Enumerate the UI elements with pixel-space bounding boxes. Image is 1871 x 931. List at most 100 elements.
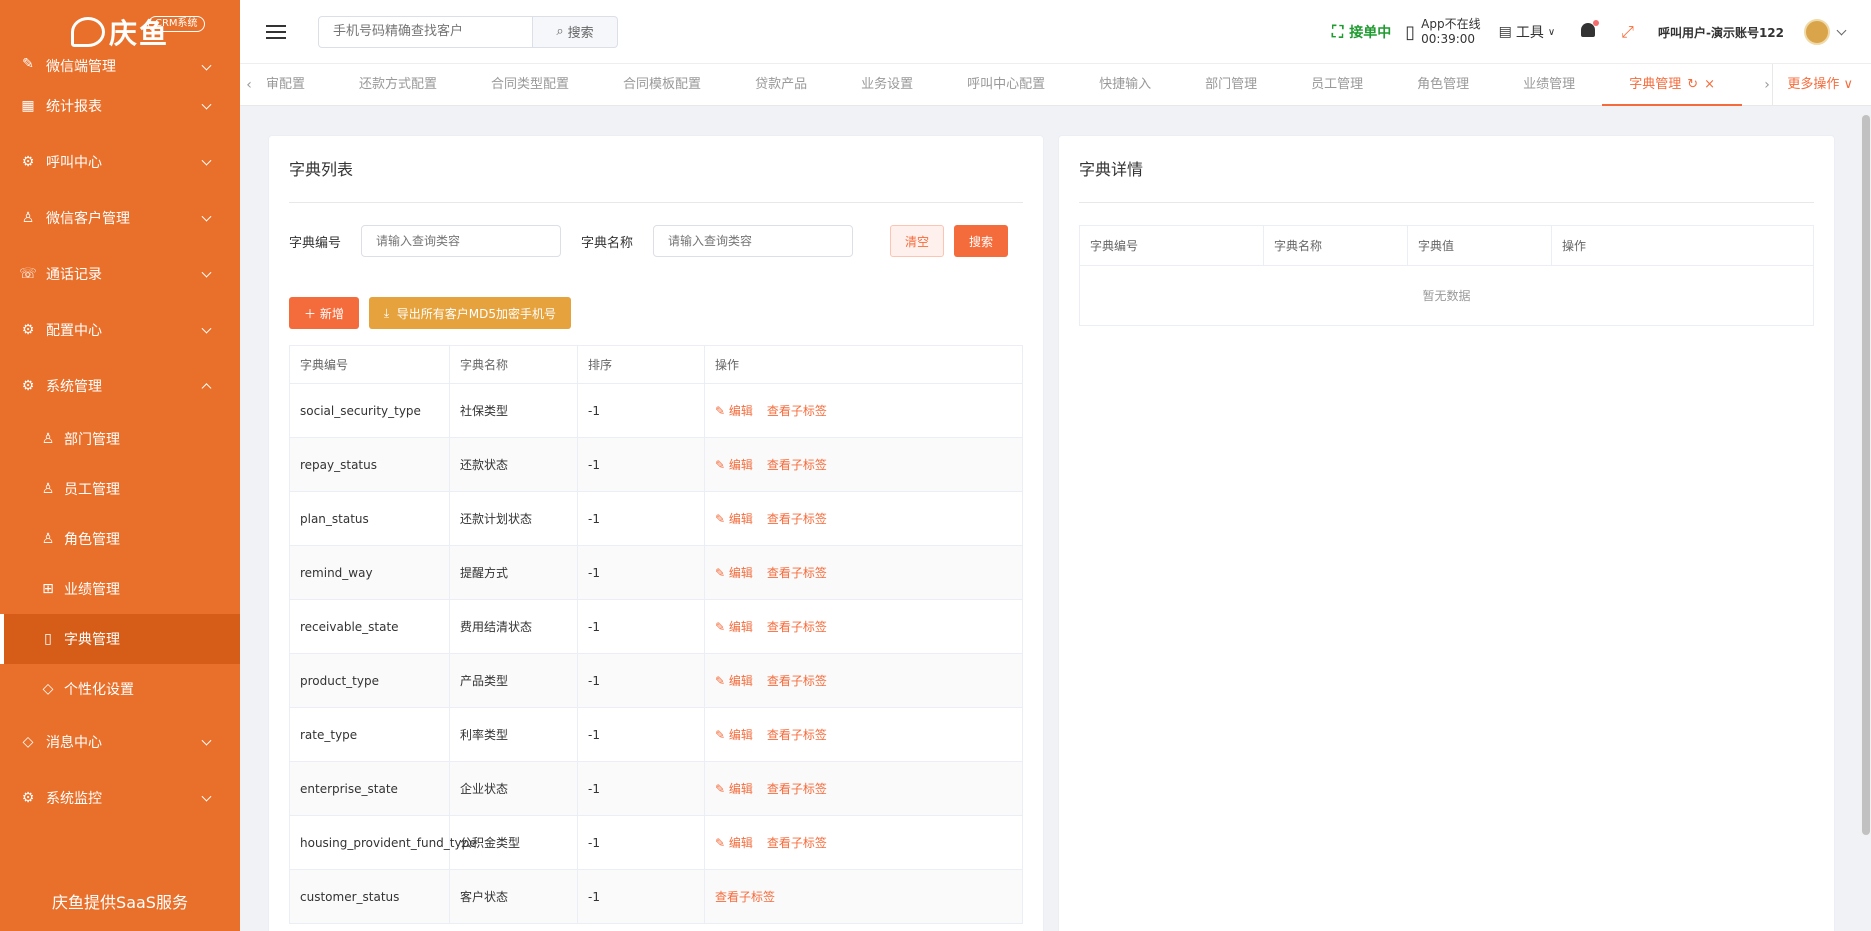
sidebar-subitem[interactable]: ▯ 字典管理 xyxy=(0,614,240,664)
working-status-toggle[interactable]: ⛶ 接单中 xyxy=(1332,22,1391,42)
dict-name-cell: 提醒方式 xyxy=(449,545,578,600)
view-children-link[interactable]: 查看子标签 xyxy=(767,458,827,472)
sidebar-footer: 庆鱼提供SaaS服务 xyxy=(52,893,188,912)
tabs-scroll-left-icon[interactable]: ‹ xyxy=(240,77,258,93)
tab-item[interactable]: 部门管理 xyxy=(1178,64,1284,106)
sidebar-item[interactable]: ◇ 消息中心 xyxy=(0,714,240,770)
dict-ops-cell: ✎ 编辑 查看子标签 xyxy=(704,653,1023,708)
tag-icon: ◇ xyxy=(22,734,34,750)
tab-item[interactable]: 呼叫中心配置 xyxy=(940,64,1072,106)
edit-link[interactable]: ✎ 编辑 xyxy=(715,512,753,526)
dict-code-cell: remind_way xyxy=(289,545,450,600)
sidebar-item[interactable]: ⚙ 呼叫中心 xyxy=(0,134,240,190)
sidebar-subitem[interactable]: ⊞ 业绩管理 xyxy=(0,564,240,614)
dict-name-input[interactable] xyxy=(653,225,854,257)
edit-icon: ✎ xyxy=(715,620,729,634)
dict-table-header: 字典编号 字典名称 排序 操作 xyxy=(289,345,1023,384)
sidebar-subitem[interactable]: ◇ 个性化设置 xyxy=(0,664,240,714)
fullscreen-icon[interactable]: ⤢ xyxy=(1621,22,1634,42)
dict-name-cell: 公积金类型 xyxy=(449,815,578,870)
tab-list: 审配置 还款方式配置 合同类型配置 合同模板配置 贷款产品 业务设置 呼叫中心配置 快捷输入 部… xyxy=(258,64,1758,106)
page-scrollbar[interactable] xyxy=(1861,115,1871,835)
sidebar-item[interactable]: ♙ 微信客户管理 xyxy=(0,190,240,246)
view-children-link[interactable]: 查看子标签 xyxy=(767,782,827,796)
chevron-down-icon[interactable] xyxy=(1836,25,1847,35)
tab-item[interactable]: 快捷输入 xyxy=(1072,64,1178,106)
export-md5-button[interactable]: ⤓ 导出所有客户MD5加密手机号 xyxy=(368,297,572,329)
user-icon: ♙ xyxy=(41,531,55,547)
view-children-link[interactable]: 查看子标签 xyxy=(715,890,775,904)
tab-item[interactable]: 业绩管理 xyxy=(1496,64,1602,106)
edit-link[interactable]: ✎ 编辑 xyxy=(715,782,753,796)
tab-label: 合同类型配置 xyxy=(491,76,570,92)
dict-sort-cell: -1 xyxy=(577,761,705,816)
notification-bell-icon[interactable] xyxy=(1579,20,1600,41)
sidebar-item[interactable]: ⚙ 配置中心 xyxy=(0,302,240,358)
edit-link[interactable]: ✎ 编辑 xyxy=(715,404,753,418)
tools-dropdown[interactable]: ▤ 工具 ∨ xyxy=(1499,22,1556,42)
sidebar-item[interactable]: ⚙ 系统监控 xyxy=(0,770,240,826)
view-children-link[interactable]: 查看子标签 xyxy=(767,836,827,850)
avatar[interactable] xyxy=(1804,19,1830,45)
view-children-link[interactable]: 查看子标签 xyxy=(767,566,827,580)
dict-code-label: 字典编号 xyxy=(289,235,342,251)
edit-link[interactable]: ✎ 编辑 xyxy=(715,458,753,472)
dict-code-input[interactable] xyxy=(361,225,562,257)
menu-toggle-icon[interactable] xyxy=(266,24,286,39)
column-header: 排序 xyxy=(577,345,705,384)
tab-item[interactable]: 审配置 xyxy=(258,64,332,106)
view-children-link[interactable]: 查看子标签 xyxy=(767,620,827,634)
tab-label: 员工管理 xyxy=(1311,76,1364,92)
tab-item[interactable]: 合同模板配置 xyxy=(596,64,728,106)
dict-ops-cell: 查看子标签 xyxy=(704,869,1023,924)
tab-item[interactable]: 贷款产品 xyxy=(728,64,834,106)
more-operations-dropdown[interactable]: 更多操作 ∨ xyxy=(1772,64,1853,106)
more-operations-label: 更多操作 xyxy=(1787,77,1840,92)
edit-link[interactable]: ✎ 编辑 xyxy=(715,566,753,580)
scrollbar-thumb[interactable] xyxy=(1862,115,1870,835)
edit-icon: ✎ xyxy=(715,782,729,796)
dict-code-cell: housing_provident_fund_type xyxy=(289,815,477,870)
edit-link[interactable]: ✎ 编辑 xyxy=(715,674,753,688)
customer-search-input[interactable] xyxy=(318,15,533,48)
chevron-down-icon xyxy=(201,211,212,222)
edit-link[interactable]: ✎ 编辑 xyxy=(715,728,753,742)
sidebar-item[interactable]: ▦ 统计报表 xyxy=(0,78,240,134)
sidebar-item[interactable]: ⚙ 系统管理 xyxy=(0,358,240,414)
tab-item[interactable]: 角色管理 xyxy=(1390,64,1496,106)
edit-icon: ✎ xyxy=(715,458,729,472)
close-icon[interactable]: × xyxy=(1704,77,1715,92)
search-button[interactable]: 搜索 xyxy=(954,225,1009,257)
tab-label: 审配置 xyxy=(266,76,306,92)
mobile-icon: ▯ xyxy=(1405,21,1416,43)
tab-item[interactable]: 还款方式配置 xyxy=(332,64,464,106)
dict-detail-header: 字典编号 字典名称 字典值 操作 xyxy=(1079,225,1814,266)
customer-search-button[interactable]: ⌕ 搜索 xyxy=(533,15,618,48)
view-children-link[interactable]: 查看子标签 xyxy=(767,728,827,742)
edit-label: 编辑 xyxy=(728,458,753,472)
edit-link[interactable]: ✎ 编辑 xyxy=(715,836,753,850)
edit-link[interactable]: ✎ 编辑 xyxy=(715,620,753,634)
user-name[interactable]: 呼叫用户-演示账号122 xyxy=(1658,24,1784,41)
sidebar-subitem[interactable]: ♙ 员工管理 xyxy=(0,464,240,514)
add-dict-label: 新增 xyxy=(319,306,344,321)
add-dict-button[interactable]: ＋ 新增 xyxy=(289,297,359,329)
sidebar-item-label: 微信客户管理 xyxy=(46,211,130,227)
view-children-link[interactable]: 查看子标签 xyxy=(767,404,827,418)
sidebar-subitem[interactable]: ♙ 部门管理 xyxy=(0,414,240,464)
tab-item[interactable]: 合同类型配置 xyxy=(464,64,596,106)
sidebar-item[interactable]: ✎ 微信端管理 xyxy=(0,56,240,78)
tab-item[interactable]: 员工管理 xyxy=(1284,64,1390,106)
sidebar-item[interactable]: ☏ 通话记录 xyxy=(0,246,240,302)
tab-item[interactable]: 字典管理 ↻ × xyxy=(1602,64,1743,106)
clear-button[interactable]: 清空 xyxy=(890,225,945,257)
refresh-icon[interactable]: ↻ xyxy=(1687,77,1698,92)
dict-name-label: 字典名称 xyxy=(581,235,634,251)
logo: 庆鱼 CRM系统 xyxy=(0,0,240,64)
view-children-link[interactable]: 查看子标签 xyxy=(767,674,827,688)
edit-icon: ✎ xyxy=(715,566,729,580)
view-children-link[interactable]: 查看子标签 xyxy=(767,512,827,526)
tab-item[interactable]: 业务设置 xyxy=(834,64,940,106)
sidebar-subitem[interactable]: ♙ 角色管理 xyxy=(0,514,240,564)
sidebar-subitem-label: 角色管理 xyxy=(64,532,120,548)
